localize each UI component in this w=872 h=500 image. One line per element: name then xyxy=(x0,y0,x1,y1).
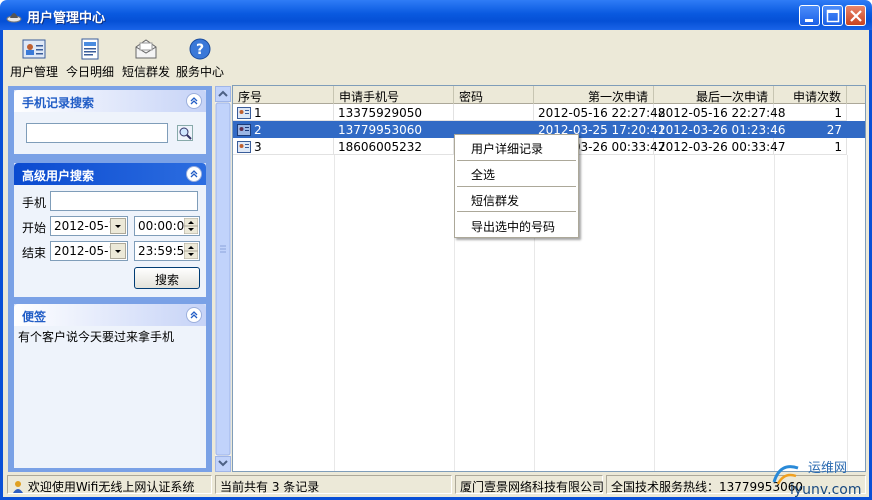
grid-line xyxy=(847,155,848,471)
search-icon[interactable] xyxy=(177,125,193,141)
status-company: 厦门壹景网络科技有限公司 xyxy=(455,475,604,494)
toolbar-label: 今日明细 xyxy=(65,65,114,79)
advanced-search-body: 手机 开始 2012-05-16 00:00:00 结束 2012-05-16 … xyxy=(14,185,206,297)
watermark-logo: 运维网 iyunv.com xyxy=(770,450,870,500)
phone-search-body xyxy=(14,112,206,154)
left-panel: 手机记录搜索 高级用户搜索 手机 开始 2012-05-16 00:00:00 … xyxy=(8,86,212,472)
column-header[interactable]: 序号 xyxy=(233,86,334,104)
status-record-count: 当前共有 3 条记录 xyxy=(215,475,452,494)
phone-search-section: 手机记录搜索 xyxy=(14,90,206,154)
chevron-down-icon[interactable] xyxy=(110,243,126,259)
cell-no: 2 xyxy=(233,121,334,138)
cell-no: 3 xyxy=(233,138,334,155)
end-date-select[interactable]: 2012-05-16 xyxy=(50,241,128,261)
watermark-en: iyunv.com xyxy=(790,482,861,498)
user-icon xyxy=(13,481,23,493)
phone-search-input[interactable] xyxy=(26,123,168,143)
advanced-search-header[interactable]: 高级用户搜索 xyxy=(14,163,206,185)
cell-last-apply: 2012-05-16 22:27:48 xyxy=(654,104,785,121)
menu-item-select-all[interactable]: 全选 xyxy=(455,163,578,183)
end-time-stepper[interactable]: 23:59:59 xyxy=(134,241,200,261)
menu-separator xyxy=(457,211,576,212)
table-row[interactable]: 1 13375929050 2012-05-16 22:27:48 2012-0… xyxy=(233,104,865,121)
title-bar[interactable]: 用户管理中心 xyxy=(0,0,872,30)
section-title: 手机记录搜索 xyxy=(22,96,95,110)
phone-label: 手机 xyxy=(22,196,47,210)
spinner-icon[interactable] xyxy=(184,243,198,259)
section-title: 高级用户搜索 xyxy=(22,169,95,183)
start-date-select[interactable]: 2012-05-16 xyxy=(50,216,128,236)
left-scrollbar[interactable] xyxy=(215,86,231,472)
grid-line xyxy=(774,155,775,471)
column-header[interactable]: 密码 xyxy=(454,86,534,104)
column-header[interactable]: 申请手机号 xyxy=(334,86,454,104)
section-title: 便签 xyxy=(22,310,47,324)
envelope-icon xyxy=(135,39,157,59)
advanced-search-section: 高级用户搜索 手机 开始 2012-05-16 00:00:00 结束 2012… xyxy=(14,163,206,297)
spinner-icon[interactable] xyxy=(184,218,198,234)
user-card-icon xyxy=(237,107,251,119)
toolbar-label: 用户管理 xyxy=(9,65,58,79)
menu-separator xyxy=(457,186,576,187)
watermark-cn: 运维网 xyxy=(808,461,847,476)
notes-section: 便签 有个客户说今天要过来拿手机 xyxy=(14,304,206,468)
phone-search-header[interactable]: 手机记录搜索 xyxy=(14,90,206,112)
phone-field[interactable] xyxy=(50,191,198,211)
help-icon: ? xyxy=(189,38,211,60)
cell-phone: 13779953060 xyxy=(334,121,454,138)
user-card-icon xyxy=(237,124,251,136)
minimize-button[interactable] xyxy=(799,5,820,26)
menu-separator xyxy=(457,160,576,161)
cell-count: 1 xyxy=(774,104,847,121)
menu-item-user-detail[interactable]: 用户详细记录 xyxy=(455,137,578,157)
cell-first-apply: 2012-05-16 22:27:48 xyxy=(534,104,665,121)
notes-text: 有个客户说今天要过来拿手机 xyxy=(18,330,175,344)
toolbar-user-management[interactable]: 用户管理 xyxy=(7,34,61,82)
cell-password xyxy=(454,104,534,121)
notes-header[interactable]: 便签 xyxy=(14,304,206,326)
column-header[interactable]: 最后一次申请 xyxy=(654,86,774,104)
cell-last-apply: 2012-03-26 01:23:46 xyxy=(654,121,785,138)
grid-line xyxy=(654,155,655,471)
toolbar: 用户管理 今日明细 短信群发 ? 服务中心 xyxy=(3,30,869,84)
cell-no: 1 xyxy=(233,104,334,121)
toolbar-label: 短信群发 xyxy=(121,65,170,79)
collapse-icon[interactable] xyxy=(186,166,202,182)
toolbar-service-center[interactable]: ? 服务中心 xyxy=(173,34,227,82)
grid-line xyxy=(334,155,335,471)
search-button[interactable]: 搜索 xyxy=(134,267,200,289)
user-card-icon xyxy=(22,39,46,59)
end-label: 结束 xyxy=(22,246,47,260)
toolbar-sms-broadcast[interactable]: 短信群发 xyxy=(119,34,173,82)
close-button[interactable] xyxy=(845,5,866,26)
grid-header: 序号 申请手机号 密码 第一次申请 最后一次申请 申请次数 xyxy=(233,86,865,104)
cell-phone: 13375929050 xyxy=(334,104,454,121)
collapse-icon[interactable] xyxy=(186,307,202,323)
app-icon xyxy=(6,13,22,23)
svg-text:?: ? xyxy=(196,42,204,58)
collapse-icon[interactable] xyxy=(186,93,202,109)
start-time-stepper[interactable]: 00:00:00 xyxy=(134,216,200,236)
document-icon xyxy=(81,38,99,60)
cell-count: 1 xyxy=(774,138,847,155)
status-bar: 欢迎使用Wifi无线上网认证系统 当前共有 3 条记录 厦门壹景网络科技有限公司… xyxy=(3,473,869,497)
cell-count: 27 xyxy=(774,121,847,138)
status-welcome: 欢迎使用Wifi无线上网认证系统 xyxy=(7,475,212,494)
user-card-icon xyxy=(237,141,251,153)
menu-item-sms-broadcast[interactable]: 短信群发 xyxy=(455,189,578,209)
cell-last-apply: 2012-03-26 00:33:47 xyxy=(654,138,785,155)
context-menu: 用户详细记录 全选 短信群发 导出选中的号码 xyxy=(454,134,579,238)
column-header[interactable]: 申请次数 xyxy=(774,86,847,104)
column-header[interactable]: 第一次申请 xyxy=(534,86,654,104)
chevron-down-icon[interactable] xyxy=(110,218,126,234)
cell-phone: 18606005232 xyxy=(334,138,454,155)
maximize-button[interactable] xyxy=(822,5,843,26)
toolbar-label: 服务中心 xyxy=(175,65,224,79)
window-title: 用户管理中心 xyxy=(27,11,106,26)
menu-item-export-numbers[interactable]: 导出选中的号码 xyxy=(455,215,578,235)
start-label: 开始 xyxy=(22,221,47,235)
notes-body[interactable]: 有个客户说今天要过来拿手机 xyxy=(14,326,206,468)
toolbar-today-detail[interactable]: 今日明细 xyxy=(63,34,117,82)
